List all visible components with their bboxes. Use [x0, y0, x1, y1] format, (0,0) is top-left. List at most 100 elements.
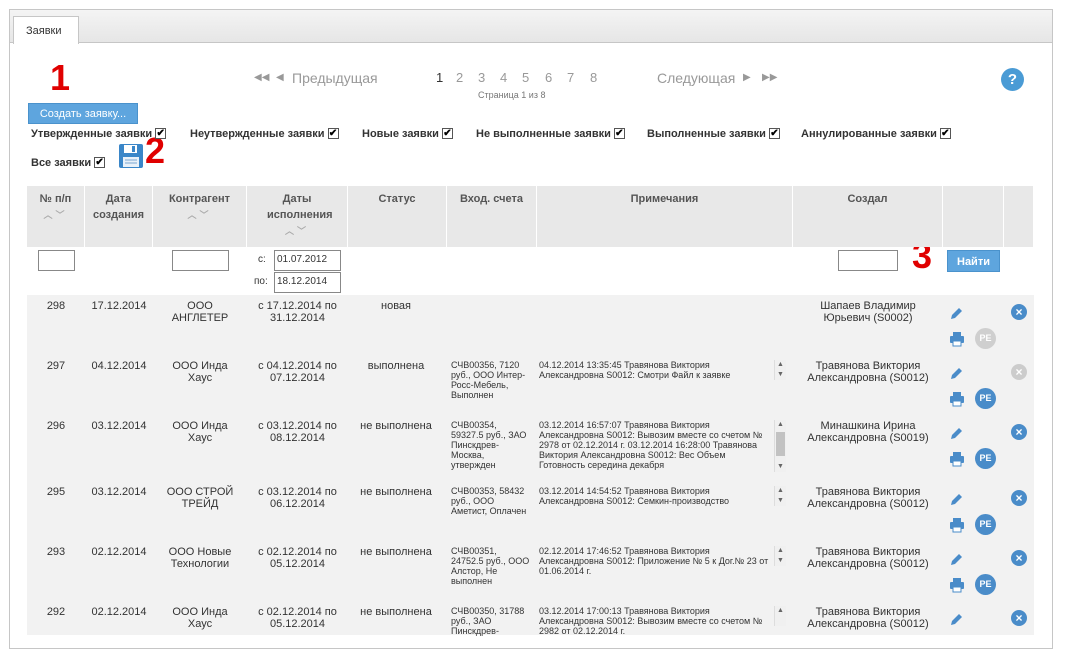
- filter-approved[interactable]: Утвержденные заявки ✔: [31, 128, 167, 140]
- edit-icon[interactable]: [949, 367, 965, 381]
- filter-done[interactable]: Выполненные заявки ✔: [647, 128, 780, 140]
- checkbox[interactable]: ✔: [155, 128, 167, 139]
- delete-icon[interactable]: ×: [1011, 364, 1027, 380]
- delete-icon[interactable]: ×: [1011, 490, 1027, 506]
- column-header[interactable]: № п/п ︿﹀: [27, 186, 85, 247]
- page-link[interactable]: 4: [500, 70, 507, 85]
- edit-icon[interactable]: [949, 493, 965, 507]
- cell-num: 292: [46, 606, 66, 618]
- print-icon[interactable]: [949, 451, 965, 467]
- filter-new[interactable]: Новые заявки ✔: [362, 128, 453, 140]
- column-header: Создал: [793, 186, 943, 247]
- pe-button[interactable]: РЕ: [975, 388, 996, 409]
- cell-status: новая: [381, 300, 411, 312]
- print-icon[interactable]: [949, 577, 965, 593]
- checkbox[interactable]: ✔: [441, 128, 453, 139]
- print-icon[interactable]: [949, 331, 965, 347]
- cell-author: Минашкина Ирина Александровна (S0019): [807, 420, 929, 444]
- cell-author: Травянова Виктория Александровна (S0012): [807, 360, 929, 384]
- column-header[interactable]: Даты исполнения ︿﹀: [247, 186, 348, 247]
- save-icon[interactable]: [118, 143, 144, 169]
- filter-all[interactable]: Все заявки ✔: [31, 157, 106, 169]
- cell-notes: 03.12.2014 16:57:07 Травянова Виктория А…: [539, 420, 763, 470]
- column-header[interactable]: Дата создания: [85, 186, 153, 247]
- cell-author: Травянова Виктория Александровна (S0012): [807, 606, 929, 630]
- checkbox[interactable]: ✔: [613, 128, 625, 139]
- cell-notes: 03.12.2014 14:54:52 Травянова Виктория А…: [539, 486, 730, 506]
- cell-invoices[interactable]: СЧВ00356, 7120 руб., ООО Интер-Росс-Мебе…: [451, 360, 531, 400]
- page-link[interactable]: 2: [456, 70, 463, 85]
- pe-button[interactable]: РЕ: [975, 328, 996, 349]
- page-link[interactable]: 7: [567, 70, 574, 85]
- create-request-button[interactable]: Создать заявку...: [28, 103, 138, 124]
- cell-exec-dates: с 17.12.2014 по 31.12.2014: [258, 300, 337, 324]
- checkbox[interactable]: ✔: [94, 157, 106, 168]
- cell-status: не выполнена: [360, 546, 432, 558]
- sort-icon[interactable]: ︿﹀: [285, 226, 309, 236]
- pe-button[interactable]: РЕ: [975, 514, 996, 535]
- edit-icon[interactable]: [949, 613, 965, 627]
- page-link[interactable]: 8: [590, 70, 597, 85]
- last-page-icon[interactable]: ▶▶: [762, 72, 777, 83]
- contractor-filter-input[interactable]: [172, 250, 229, 271]
- author-filter-input[interactable]: [838, 250, 898, 271]
- delete-icon[interactable]: ×: [1011, 550, 1027, 566]
- notes-scrollbar[interactable]: ▲ ▼: [774, 420, 786, 472]
- pe-button[interactable]: РЕ: [975, 574, 996, 595]
- checkbox[interactable]: ✔: [327, 128, 339, 139]
- cell-invoices[interactable]: СЧВ00353, 58432 руб., ООО Аметист, Оплач…: [451, 486, 531, 516]
- page-link[interactable]: 3: [478, 70, 485, 85]
- sort-icon[interactable]: ︿﹀: [43, 210, 67, 220]
- table-row[interactable]: 296 03.12.2014 ООО Инда Хаус с 03.12.201…: [27, 415, 1034, 481]
- tab-requests[interactable]: Заявки: [13, 16, 79, 44]
- print-icon[interactable]: [949, 517, 965, 533]
- delete-icon[interactable]: ×: [1011, 424, 1027, 440]
- cell-contractor: ООО АНГЛЕТЕР: [171, 300, 229, 324]
- tab-bar: Заявки: [10, 10, 1052, 44]
- column-header[interactable]: Контрагент ︿﹀: [153, 186, 247, 247]
- sort-icon[interactable]: ︿﹀: [187, 210, 211, 220]
- cell-notes: 03.12.2014 17:00:13 Травянова Виктория А…: [539, 606, 763, 636]
- checkbox[interactable]: ✔: [768, 128, 780, 139]
- notes-scrollbar[interactable]: ▲ ▼: [774, 360, 786, 380]
- filter-unapproved[interactable]: Неутвержденные заявки ✔: [190, 128, 339, 140]
- page-link[interactable]: 1: [436, 70, 443, 85]
- cell-notes: 04.12.2014 13:35:45 Травянова Виктория А…: [539, 360, 731, 380]
- table-row[interactable]: 295 03.12.2014 ООО СТРОЙ ТРЕЙД с 03.12.2…: [27, 481, 1034, 541]
- find-button[interactable]: Найти: [947, 250, 1000, 272]
- table-row[interactable]: 298 17.12.2014 ООО АНГЛЕТЕР с 17.12.2014…: [27, 295, 1034, 355]
- pagination: ◀◀ ◀ Предыдущая 1 2 3 4 5 6 7 8 Следующа…: [250, 70, 790, 102]
- filter-cancelled[interactable]: Аннулированные заявки ✔: [801, 128, 951, 140]
- prev-page-icon[interactable]: ◀: [276, 72, 284, 83]
- edit-icon[interactable]: [949, 427, 965, 441]
- first-page-icon[interactable]: ◀◀: [254, 72, 269, 83]
- table-row[interactable]: 293 02.12.2014 ООО Новые Технологии с 02…: [27, 541, 1034, 601]
- num-filter-input[interactable]: [38, 250, 75, 271]
- print-icon[interactable]: [949, 391, 965, 407]
- cell-num: 295: [46, 486, 66, 498]
- page-link[interactable]: 5: [522, 70, 529, 85]
- notes-scrollbar[interactable]: ▲ ▼: [774, 486, 786, 506]
- table-row[interactable]: 297 04.12.2014 ООО Инда Хаус с 04.12.201…: [27, 355, 1034, 415]
- delete-icon[interactable]: ×: [1011, 304, 1027, 320]
- pe-button[interactable]: РЕ: [975, 448, 996, 469]
- notes-scrollbar[interactable]: ▲: [774, 606, 786, 626]
- help-icon[interactable]: ?: [1001, 68, 1024, 91]
- table-row[interactable]: 292 02.12.2014 ООО Инда Хаус с 02.12.201…: [27, 601, 1034, 661]
- checkbox[interactable]: ✔: [939, 128, 951, 139]
- cell-invoices[interactable]: СЧВ00354, 59327.5 руб., ЗАО Пинскдрев-Мо…: [451, 420, 531, 470]
- cell-status: не выполнена: [360, 606, 432, 618]
- notes-scrollbar[interactable]: ▲ ▼: [774, 546, 786, 566]
- prev-page-link[interactable]: Предыдущая: [292, 70, 378, 86]
- filter-not-done[interactable]: Не выполненные заявки ✔: [476, 128, 625, 140]
- cell-invoices[interactable]: СЧВ00351, 24752.5 руб., ООО Алстор, Не в…: [451, 546, 531, 586]
- next-page-icon[interactable]: ▶: [743, 72, 751, 83]
- page-link[interactable]: 6: [545, 70, 552, 85]
- date-from-input[interactable]: 01.07.2012: [274, 250, 341, 271]
- next-page-link[interactable]: Следующая: [657, 70, 735, 86]
- edit-icon[interactable]: [949, 307, 965, 321]
- cell-date: 02.12.2014: [91, 606, 147, 618]
- delete-icon[interactable]: ×: [1011, 610, 1027, 626]
- edit-icon[interactable]: [949, 553, 965, 567]
- date-to-input[interactable]: 18.12.2014: [274, 272, 341, 293]
